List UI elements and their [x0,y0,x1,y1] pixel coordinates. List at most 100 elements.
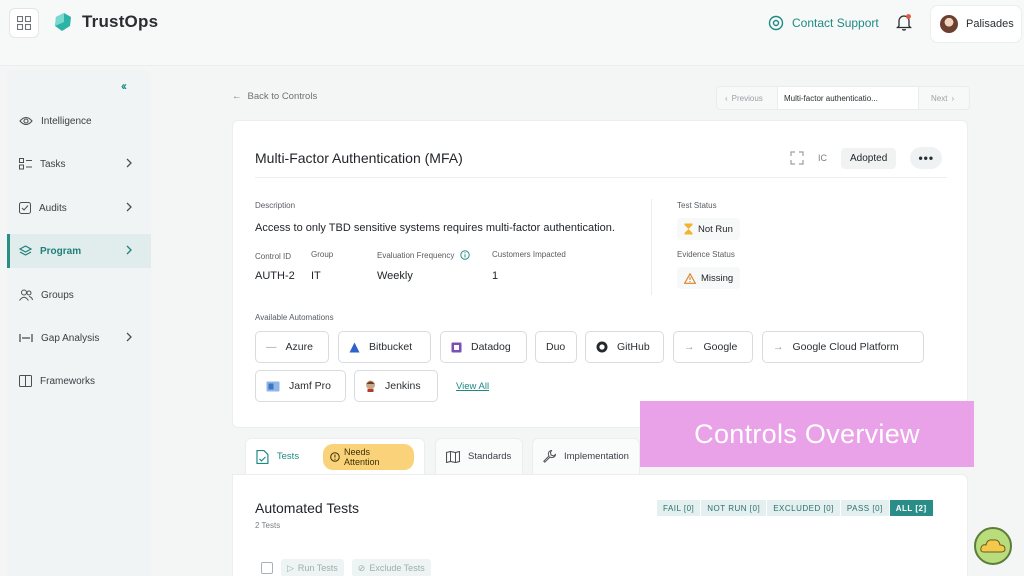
evidence-status-value: Missing [701,272,734,284]
wrench-icon [543,450,556,463]
bell-icon [896,14,912,31]
automations-label: Available Automations [255,313,334,322]
filter-fail[interactable]: FAIL [0] [657,500,702,516]
sidebar-item-audits[interactable]: Audits [7,191,151,225]
control-pager: ‹ Previous Multi-factor authenticatio...… [716,86,970,110]
filter-excluded[interactable]: EXCLUDED [0] [767,500,841,516]
github-icon [596,341,608,353]
next-button[interactable]: Next › [919,94,969,103]
automation-label: Google [703,341,738,353]
channel-logo-icon [974,527,1012,565]
chevron-right-icon [126,245,132,255]
filter-all[interactable]: ALL [2] [889,500,934,516]
sidebar-item-gap-analysis[interactable]: Gap Analysis [7,321,151,355]
test-status-value: Not Run [698,223,733,235]
book-icon [19,375,32,387]
tab-standards[interactable]: Standards [435,438,523,474]
sidebar-item-label: Gap Analysis [41,332,100,344]
arrow-left-icon: ← [232,91,242,102]
exclude-tests-label: Exclude Tests [369,563,425,573]
top-bar: TrustOps Contact Support Palisades [0,0,1024,66]
run-tests-button[interactable]: ▷ Run Tests [281,559,344,576]
expand-icon[interactable] [790,151,804,165]
audit-icon [19,202,31,214]
automation-jenkins-button[interactable]: Jenkins [354,370,438,402]
view-all-automations-link[interactable]: View All [456,381,489,392]
sidebar-item-intelligence[interactable]: Intelligence [7,104,151,138]
automation-datadog-button[interactable]: Datadog [440,331,527,363]
needs-attention-badge: Needs Attention [323,443,414,470]
select-all-checkbox[interactable] [261,562,273,574]
filter-not-run[interactable]: NOT RUN [0] [701,500,768,516]
tests-title: Automated Tests [255,500,360,516]
tab-tests[interactable]: Tests Needs Attention [245,438,425,474]
divider [255,177,947,178]
automation-label: Bitbucket [369,341,413,353]
more-options-button[interactable]: ••• [910,147,943,169]
sidebar: ‹‹ Intelligence Tasks Audits Program Gro… [7,70,151,576]
evidence-status-label: Evidence Status [677,250,735,259]
evidence-status-badge: Missing [677,267,741,289]
warning-icon [684,272,696,284]
automation-google-button[interactable]: → Google [673,331,753,363]
tab-implementation[interactable]: Implementation [532,438,640,474]
notifications-button[interactable] [896,13,912,31]
block-icon: ⊘ [357,562,366,573]
divider [651,199,652,295]
automation-duo-button[interactable]: Duo [535,331,577,363]
jenkins-icon [366,380,375,392]
contact-support-link[interactable]: Contact Support [768,15,879,31]
trustops-logo-icon [55,13,71,31]
tab-label: Tests [276,451,300,462]
sidebar-item-groups[interactable]: Groups [7,278,151,312]
brand-name: TrustOps [82,12,159,31]
cloud-icon [980,539,1006,553]
sidebar-item-frameworks[interactable]: Frameworks [7,364,151,398]
group-label: Group [311,250,334,259]
automation-bitbucket-button[interactable]: Bitbucket [338,331,431,363]
map-icon [446,450,460,463]
automation-azure-button[interactable]: — Azure [255,331,329,363]
azure-icon: — [266,341,277,353]
hourglass-icon [684,223,693,235]
back-label: Back to Controls [247,91,318,102]
automation-gcp-button[interactable]: → Google Cloud Platform [762,331,924,363]
chevron-right-icon [126,332,132,342]
user-menu[interactable]: Palisades [930,5,1022,43]
frequency-label-wrap: Evaluation Frequency [377,250,471,260]
collapse-sidebar-icon[interactable]: ‹‹ [121,79,127,93]
grid-icon [17,16,31,30]
automation-github-button[interactable]: GitHub [585,331,664,363]
previous-button[interactable]: ‹ Previous [717,94,777,103]
sidebar-item-label: Intelligence [41,115,92,127]
control-id-value: AUTH-2 [255,270,295,282]
control-title: Multi-Factor Authentication (MFA) [255,150,463,166]
alert-circle-icon [330,451,340,462]
sidebar-item-program[interactable]: Program [7,234,151,268]
automation-label: Duo [546,341,566,353]
control-details-card: Multi-Factor Authentication (MFA) IC Ado… [232,120,968,428]
chevron-right-icon [126,202,132,212]
app-grid-button[interactable] [9,8,39,38]
tests-row-actions: ▷ Run Tests ⊘ Exclude Tests [261,559,431,576]
sidebar-item-label: Audits [39,202,67,214]
exclude-tests-button[interactable]: ⊘ Exclude Tests [351,559,431,576]
adopted-status-button[interactable]: Adopted [841,147,897,169]
brand[interactable]: TrustOps [52,11,158,33]
jamf-icon [266,381,280,391]
users-icon [19,289,33,301]
sidebar-item-tasks[interactable]: Tasks [7,147,151,181]
sidebar-item-label: Program [40,245,82,257]
description-text: Access to only TBD sensitive systems req… [255,222,615,234]
test-filter-group: FAIL [0] NOT RUN [0] EXCLUDED [0] PASS [… [657,500,934,516]
current-control-select[interactable]: Multi-factor authenticatio... [777,87,919,109]
back-to-controls-link[interactable]: ← Back to Controls [232,91,317,102]
info-icon[interactable] [460,250,471,260]
support-label: Contact Support [792,16,879,30]
ic-label: IC [818,153,827,163]
filter-pass[interactable]: PASS [0] [840,500,890,516]
gap-icon [19,334,33,342]
description-label: Description [255,201,296,210]
automation-jamf-button[interactable]: Jamf Pro [255,370,346,402]
automation-label: Azure [285,341,313,353]
